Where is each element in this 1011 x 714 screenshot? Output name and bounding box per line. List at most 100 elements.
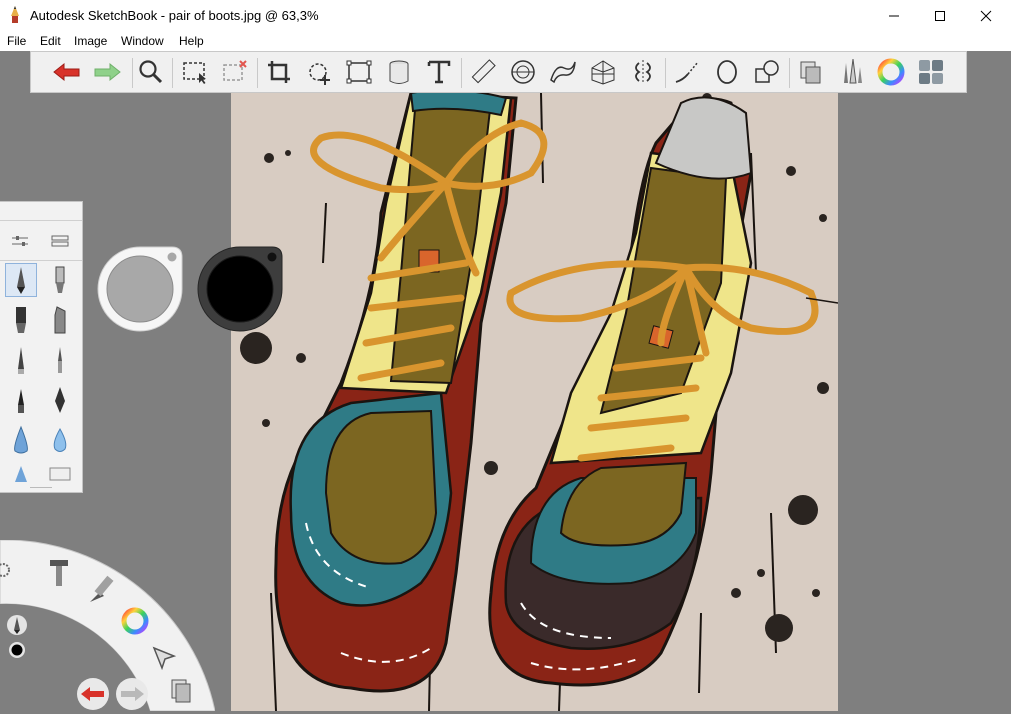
maximize-button[interactable] [917, 0, 963, 31]
smudge-icon [14, 425, 28, 454]
distort-button[interactable] [343, 57, 375, 87]
ballpoint-icon [18, 347, 24, 374]
lagoon-menu [0, 539, 216, 712]
chisel-marker-brush[interactable] [44, 303, 76, 337]
lagoon-brush[interactable] [86, 572, 116, 606]
undo-icon [77, 678, 109, 710]
deselect-button[interactable] [219, 57, 251, 87]
lagoon-color-indicator[interactable] [8, 641, 26, 659]
water-drop-brush[interactable] [44, 423, 76, 457]
shapes-button[interactable] [751, 57, 783, 87]
color-wheel-icon [877, 58, 905, 86]
tools-icon [50, 560, 68, 586]
ellipse-icon [717, 60, 737, 84]
lagoon-layers[interactable] [166, 674, 196, 708]
ballpoint-brush[interactable] [5, 343, 37, 377]
copic-library-button[interactable] [915, 57, 947, 87]
menu-window[interactable]: Window [121, 34, 164, 48]
rect-select-icon [183, 62, 206, 84]
maximize-icon [935, 10, 945, 21]
transform-button[interactable] [303, 57, 335, 87]
lagoon-color[interactable] [120, 606, 150, 636]
brush-size-puck[interactable] [96, 245, 184, 333]
french-curve-button[interactable] [547, 57, 579, 87]
menu-help[interactable]: Help [179, 34, 204, 48]
stroke-ellipse-button[interactable] [711, 57, 743, 87]
title-bar: Autodesk SketchBook - pair of boots.jpg … [0, 0, 1011, 31]
boots-artwork [231, 93, 838, 711]
lagoon-undo[interactable] [76, 677, 110, 711]
paint-brush-icon [58, 347, 62, 373]
pencil-brush[interactable] [5, 263, 37, 297]
smudge-brush[interactable] [5, 423, 37, 457]
text-icon [427, 60, 451, 84]
airbrush-brush[interactable] [44, 263, 76, 297]
fountain-pen-brush[interactable] [44, 383, 76, 417]
ruler-button[interactable] [467, 57, 499, 87]
lagoon-redo[interactable] [115, 677, 149, 711]
lagoon-brush-indicator[interactable] [6, 614, 28, 636]
sketchbook-app-icon [11, 6, 19, 23]
fountain-pen-icon [55, 387, 65, 413]
pencil-icon [7, 615, 27, 635]
crop-icon [268, 61, 290, 83]
ink-pen-icon [18, 389, 24, 413]
symmetry-button[interactable] [627, 57, 659, 87]
arrow-cursor-icon [152, 646, 177, 671]
marker-brush[interactable] [5, 303, 37, 337]
text-button[interactable] [423, 57, 455, 87]
fill-button[interactable] [383, 57, 415, 87]
lagoon-select[interactable] [150, 644, 178, 671]
water-drop-icon [53, 427, 67, 452]
shapes-icon [755, 60, 779, 83]
layers-icon [171, 679, 191, 703]
menu-edit[interactable]: Edit [40, 34, 61, 48]
menu-image[interactable]: Image [74, 34, 107, 48]
undo-icon [53, 62, 80, 82]
close-button[interactable] [963, 0, 1009, 31]
eraser-icon [49, 467, 71, 481]
brush-properties-tab[interactable] [4, 224, 36, 258]
select-button[interactable] [179, 57, 211, 87]
brush-list-icon [51, 235, 69, 247]
stroke-line-button[interactable] [671, 57, 703, 87]
symmetry-icon [635, 60, 651, 84]
magnifier-icon [139, 60, 163, 84]
zoom-button[interactable] [135, 57, 167, 87]
ink-pen-brush[interactable] [5, 383, 37, 417]
toolbar [30, 51, 967, 93]
brushes-button[interactable] [835, 57, 867, 87]
brush-palette [0, 201, 83, 493]
color-puck[interactable] [196, 245, 284, 333]
minimize-button[interactable] [871, 0, 917, 31]
triangle-icon [15, 466, 27, 482]
sliders-icon [12, 236, 28, 246]
drawing-canvas[interactable] [231, 93, 838, 711]
crop-button[interactable] [263, 57, 295, 87]
chisel-marker-icon [54, 306, 66, 334]
color-dot-icon [9, 642, 25, 658]
perspective-icon [591, 60, 615, 85]
perspective-button[interactable] [587, 57, 619, 87]
redo-icon [116, 678, 148, 710]
color-wheel-icon [121, 607, 149, 635]
ellipse-guide-button[interactable] [507, 57, 539, 87]
lagoon-tools[interactable] [46, 558, 72, 588]
window-title: Autodesk SketchBook - pair of boots.jpg … [30, 8, 319, 23]
triangle-brush[interactable] [5, 460, 37, 482]
menu-bar: File Edit Image Window Help [0, 31, 1011, 51]
size-puck-icon [97, 246, 183, 332]
redo-button[interactable] [91, 57, 123, 87]
brushes-icon [844, 58, 862, 84]
lagoon-settings[interactable] [0, 562, 12, 578]
menu-file[interactable]: File [7, 34, 26, 48]
paint-brush[interactable] [44, 343, 76, 377]
layers-button[interactable] [795, 57, 827, 87]
eraser-brush[interactable] [44, 460, 76, 482]
ruler-icon [471, 59, 496, 84]
color-puck-icon [197, 246, 283, 332]
airbrush-icon [55, 266, 65, 293]
undo-button[interactable] [51, 57, 83, 87]
brush-library-tab[interactable] [44, 224, 76, 258]
color-wheel-button[interactable] [875, 57, 907, 87]
